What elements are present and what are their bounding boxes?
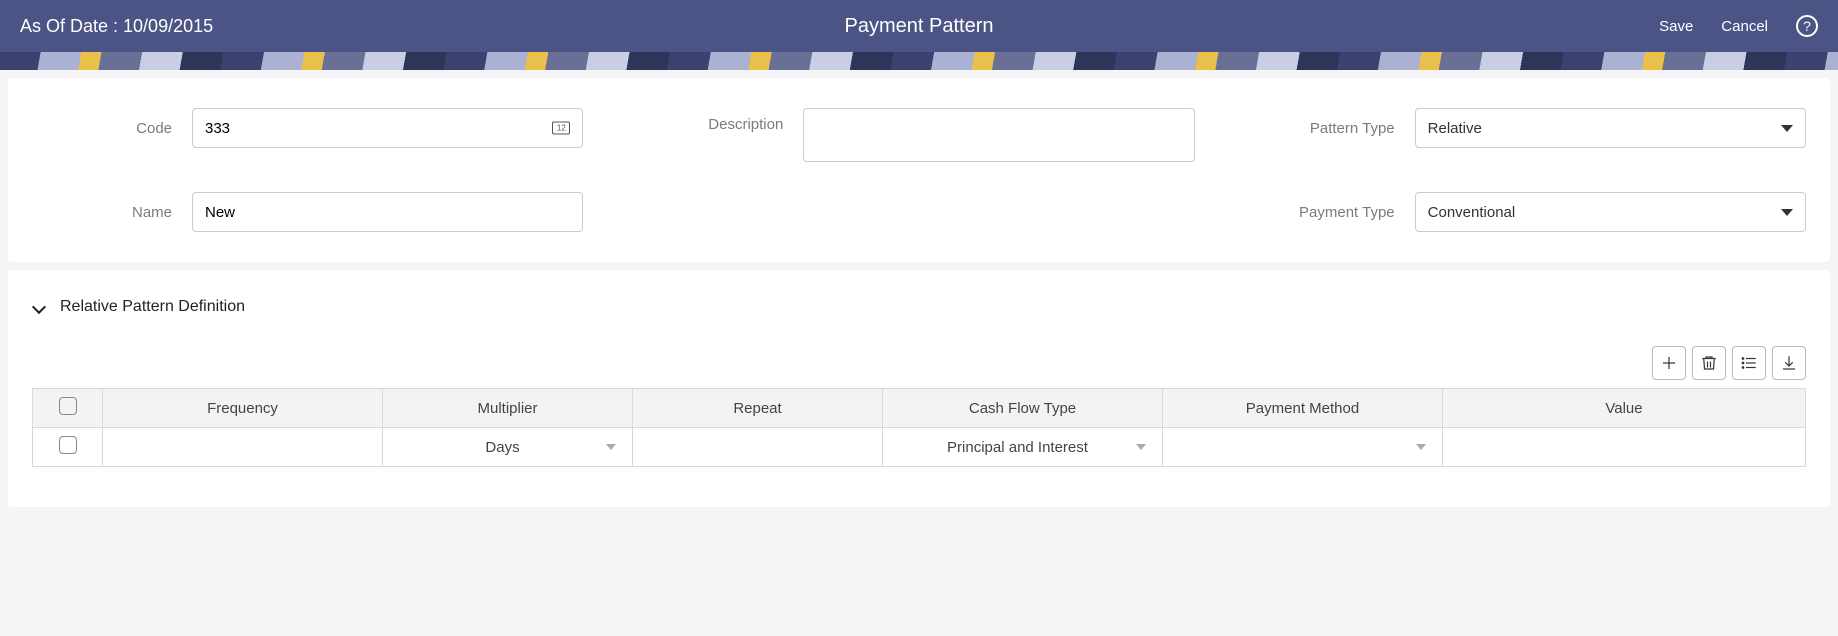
- name-input[interactable]: [205, 193, 550, 231]
- select-all-checkbox[interactable]: [59, 397, 77, 415]
- list-button[interactable]: [1732, 346, 1766, 380]
- chevron-down-icon: [1781, 209, 1793, 216]
- table-toolbar: [32, 346, 1806, 380]
- description-wrap: [803, 108, 1194, 162]
- delete-row-button[interactable]: [1692, 346, 1726, 380]
- col-frequency: Frequency: [103, 389, 383, 428]
- definition-table: Frequency Multiplier Repeat Cash Flow Ty…: [32, 388, 1806, 467]
- save-button[interactable]: Save: [1659, 18, 1693, 35]
- name-label: Name: [32, 204, 172, 221]
- section-title: Relative Pattern Definition: [60, 298, 245, 316]
- description-label: Description: [643, 108, 783, 133]
- cell-value[interactable]: [1443, 428, 1806, 467]
- as-of-date: As Of Date : 10/09/2015: [20, 16, 213, 37]
- trash-icon: [1700, 354, 1718, 372]
- help-icon[interactable]: ?: [1796, 15, 1818, 37]
- payment-type-label: Payment Type: [1255, 204, 1395, 221]
- definition-panel: Relative Pattern Definition Frequency Mu…: [8, 270, 1830, 507]
- pattern-type-value: Relative: [1428, 120, 1482, 137]
- col-repeat: Repeat: [633, 389, 883, 428]
- chevron-down-icon: [1136, 444, 1146, 450]
- row-checkbox[interactable]: [59, 436, 77, 454]
- payment-type-select[interactable]: Conventional: [1415, 192, 1806, 232]
- cell-payment-method[interactable]: [1163, 428, 1443, 467]
- name-input-wrap: [192, 192, 583, 232]
- cancel-button[interactable]: Cancel: [1721, 18, 1768, 35]
- code-input-wrap: 12: [192, 108, 583, 148]
- chevron-down-icon: [1781, 125, 1793, 132]
- table-row: Days Principal and Interest: [33, 428, 1806, 467]
- section-header[interactable]: Relative Pattern Definition: [32, 298, 1806, 316]
- download-button[interactable]: [1772, 346, 1806, 380]
- code-input[interactable]: [205, 109, 550, 147]
- download-icon: [1780, 354, 1798, 372]
- decorative-strip: [0, 52, 1838, 70]
- cell-multiplier[interactable]: Days: [383, 428, 633, 467]
- page-title: Payment Pattern: [845, 15, 994, 38]
- col-cash-flow-type: Cash Flow Type: [883, 389, 1163, 428]
- add-row-button[interactable]: [1652, 346, 1686, 380]
- cash-flow-type-value: Principal and Interest: [899, 439, 1136, 456]
- cell-frequency[interactable]: [103, 428, 383, 467]
- pattern-type-label: Pattern Type: [1255, 120, 1395, 137]
- col-multiplier: Multiplier: [383, 389, 633, 428]
- cell-cash-flow-type[interactable]: Principal and Interest: [883, 428, 1163, 467]
- col-value: Value: [1443, 389, 1806, 428]
- cell-repeat[interactable]: [633, 428, 883, 467]
- code-picker-icon[interactable]: 12: [552, 122, 570, 135]
- payment-type-value: Conventional: [1428, 204, 1516, 221]
- list-icon: [1740, 354, 1758, 372]
- app-header: As Of Date : 10/09/2015 Payment Pattern …: [0, 0, 1838, 52]
- plus-icon: [1660, 354, 1678, 372]
- col-payment-method: Payment Method: [1163, 389, 1443, 428]
- code-label: Code: [32, 120, 172, 137]
- chevron-down-icon: [1416, 444, 1426, 450]
- pattern-type-select[interactable]: Relative: [1415, 108, 1806, 148]
- multiplier-value: Days: [399, 439, 606, 456]
- chevron-down-icon: [606, 444, 616, 450]
- chevron-down-icon: [32, 300, 46, 314]
- form-panel: Code 12 Description Pattern Type Relativ…: [8, 78, 1830, 262]
- table-header-row: Frequency Multiplier Repeat Cash Flow Ty…: [33, 389, 1806, 428]
- description-textarea[interactable]: [816, 117, 1181, 153]
